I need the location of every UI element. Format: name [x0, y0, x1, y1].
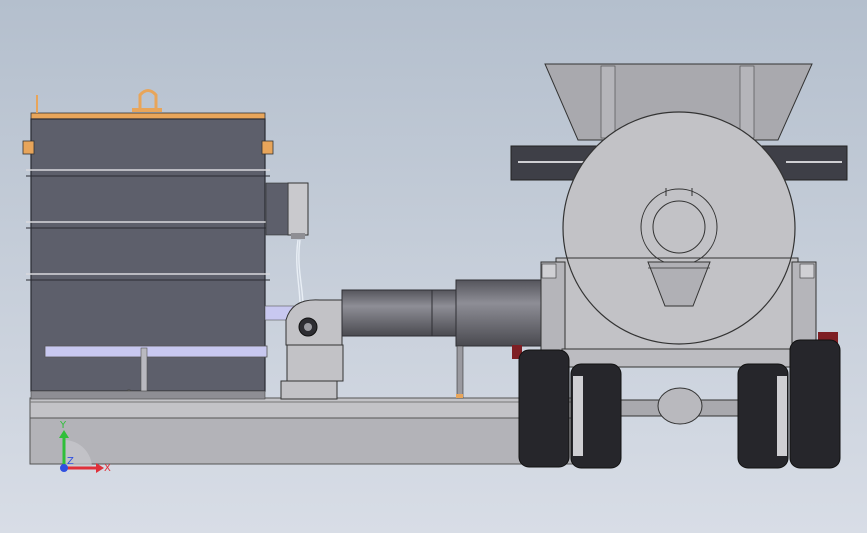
cad-viewport[interactable]: X Y Z [0, 0, 867, 533]
axis-y-label: Y [59, 420, 67, 431]
pump[interactable] [280, 299, 344, 400]
base-frame[interactable] [29, 397, 579, 465]
axis-x-label: X [104, 463, 111, 474]
axis-z-label: Z [67, 456, 74, 467]
control-box[interactable] [265, 182, 309, 239]
tank[interactable] [22, 89, 274, 400]
mixer-drum[interactable] [555, 111, 799, 367]
